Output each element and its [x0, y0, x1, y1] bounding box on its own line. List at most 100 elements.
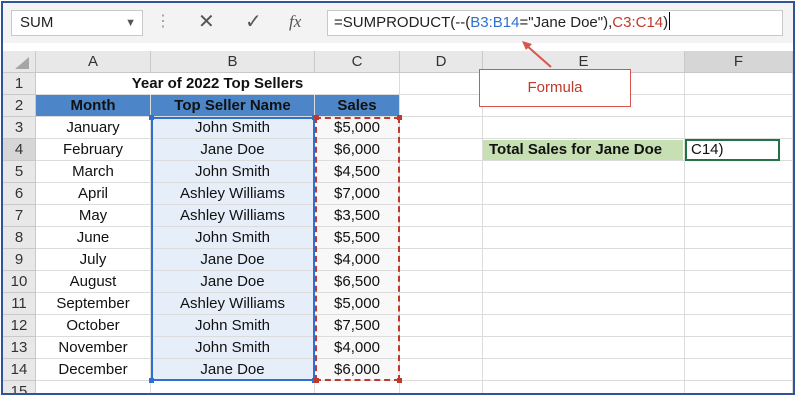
- row-header-4[interactable]: 4: [3, 139, 36, 161]
- month-cell[interactable]: March: [36, 161, 151, 183]
- total-label[interactable]: Total Sales for Jane Doe: [483, 140, 683, 160]
- grid-cell[interactable]: [400, 359, 483, 381]
- row-header-10[interactable]: 10: [3, 271, 36, 293]
- grid-cell[interactable]: [151, 381, 315, 393]
- formula-part-5: ): [663, 14, 669, 31]
- grid-cell[interactable]: [400, 161, 483, 183]
- row-header-9[interactable]: 9: [3, 249, 36, 271]
- month-cell[interactable]: August: [36, 271, 151, 293]
- column-header-f[interactable]: F: [685, 51, 793, 73]
- grid-cell[interactable]: [315, 381, 400, 393]
- grid-cell[interactable]: [400, 381, 483, 393]
- grid-cell[interactable]: [685, 337, 793, 359]
- sheet-title[interactable]: Year of 2022 Top Sellers: [36, 73, 400, 95]
- grid-cell[interactable]: [483, 161, 685, 183]
- grid-cell[interactable]: [400, 271, 483, 293]
- grid-cell[interactable]: [400, 95, 483, 117]
- grid-cell[interactable]: [685, 205, 793, 227]
- grid-cell[interactable]: [483, 381, 685, 393]
- grid-cell[interactable]: [400, 293, 483, 315]
- grid-cell[interactable]: [483, 271, 685, 293]
- row-header-1[interactable]: 1: [3, 73, 36, 95]
- grid-cell[interactable]: [685, 293, 793, 315]
- row-header-3[interactable]: 3: [3, 117, 36, 139]
- resize-handle[interactable]: [314, 115, 319, 120]
- month-cell[interactable]: April: [36, 183, 151, 205]
- month-cell[interactable]: December: [36, 359, 151, 381]
- name-box[interactable]: SUM ▼: [11, 10, 143, 36]
- column-header-a[interactable]: A: [36, 51, 151, 73]
- chevron-down-icon[interactable]: ▼: [125, 11, 136, 35]
- grid-cell[interactable]: [483, 293, 685, 315]
- grid-cell[interactable]: [685, 161, 793, 183]
- table-header-seller[interactable]: Top Seller Name: [151, 95, 315, 117]
- grid-cell[interactable]: [483, 117, 685, 139]
- month-cell[interactable]: May: [36, 205, 151, 227]
- row-header-7[interactable]: 7: [3, 205, 36, 227]
- grid-cell[interactable]: [685, 183, 793, 205]
- grid-cell[interactable]: [685, 271, 793, 293]
- column-header-b[interactable]: B: [151, 51, 315, 73]
- grid-cell[interactable]: [483, 315, 685, 337]
- row-header-8[interactable]: 8: [3, 227, 36, 249]
- grid-cell[interactable]: [685, 227, 793, 249]
- grid-cell[interactable]: [685, 315, 793, 337]
- row-header-2[interactable]: 2: [3, 95, 36, 117]
- row-header-15[interactable]: 15: [3, 381, 36, 393]
- grid-cell[interactable]: [685, 73, 793, 95]
- table-header-month[interactable]: Month: [36, 95, 151, 117]
- grid-cell[interactable]: [685, 95, 793, 117]
- grid-cell[interactable]: [400, 337, 483, 359]
- grid-cell[interactable]: [483, 205, 685, 227]
- select-all-corner[interactable]: [3, 51, 36, 73]
- column-header-d[interactable]: D: [400, 51, 483, 73]
- month-cell[interactable]: January: [36, 117, 151, 139]
- formula-input[interactable]: =SUMPRODUCT(--(B3:B14="Jane Doe"),C3:C14…: [327, 10, 783, 36]
- resize-handle[interactable]: [149, 115, 154, 120]
- excel-window: SUM ▼ ⋮ ✕ ✓ fx =SUMPRODUCT(--(B3:B14="Ja…: [1, 1, 795, 395]
- row-header-13[interactable]: 13: [3, 337, 36, 359]
- month-cell[interactable]: October: [36, 315, 151, 337]
- grid-cell[interactable]: [400, 249, 483, 271]
- drag-handle-icon[interactable]: ⋮: [155, 11, 171, 31]
- cancel-icon[interactable]: ✕: [198, 9, 215, 34]
- grid-cell[interactable]: [483, 183, 685, 205]
- month-cell[interactable]: November: [36, 337, 151, 359]
- month-cell[interactable]: July: [36, 249, 151, 271]
- grid-cell[interactable]: [685, 359, 793, 381]
- grid-cell[interactable]: [483, 337, 685, 359]
- row-header-14[interactable]: 14: [3, 359, 36, 381]
- grid-cell[interactable]: [400, 73, 483, 95]
- range-highlight-names: [151, 117, 315, 381]
- resize-handle[interactable]: [397, 115, 402, 120]
- resize-handle[interactable]: [149, 378, 154, 383]
- column-header-c[interactable]: C: [315, 51, 400, 73]
- table-header-sales[interactable]: Sales: [315, 95, 400, 117]
- row-header-11[interactable]: 11: [3, 293, 36, 315]
- grid-cell[interactable]: [483, 359, 685, 381]
- row-header-6[interactable]: 6: [3, 183, 36, 205]
- grid-cell[interactable]: [36, 381, 151, 393]
- month-cell[interactable]: September: [36, 293, 151, 315]
- grid-cell[interactable]: [400, 315, 483, 337]
- grid-cell[interactable]: [685, 381, 793, 393]
- row-header-12[interactable]: 12: [3, 315, 36, 337]
- formula-range-sales: C3:C14: [612, 14, 664, 31]
- resize-handle[interactable]: [397, 378, 402, 383]
- row-header-5[interactable]: 5: [3, 161, 36, 183]
- grid-cell[interactable]: [400, 227, 483, 249]
- grid-cell[interactable]: [685, 117, 793, 139]
- grid-cell[interactable]: [685, 249, 793, 271]
- month-cell[interactable]: February: [36, 139, 151, 161]
- insert-function-icon[interactable]: fx: [289, 12, 301, 32]
- grid-cell[interactable]: [483, 227, 685, 249]
- grid-cell[interactable]: [483, 249, 685, 271]
- month-cell[interactable]: June: [36, 227, 151, 249]
- grid-cell[interactable]: [400, 117, 483, 139]
- grid-cell[interactable]: [400, 139, 483, 161]
- enter-icon[interactable]: ✓: [245, 9, 262, 34]
- active-cell-f4[interactable]: C14): [685, 139, 780, 161]
- grid-cell[interactable]: [400, 205, 483, 227]
- grid-cell[interactable]: [400, 183, 483, 205]
- resize-handle[interactable]: [314, 378, 319, 383]
